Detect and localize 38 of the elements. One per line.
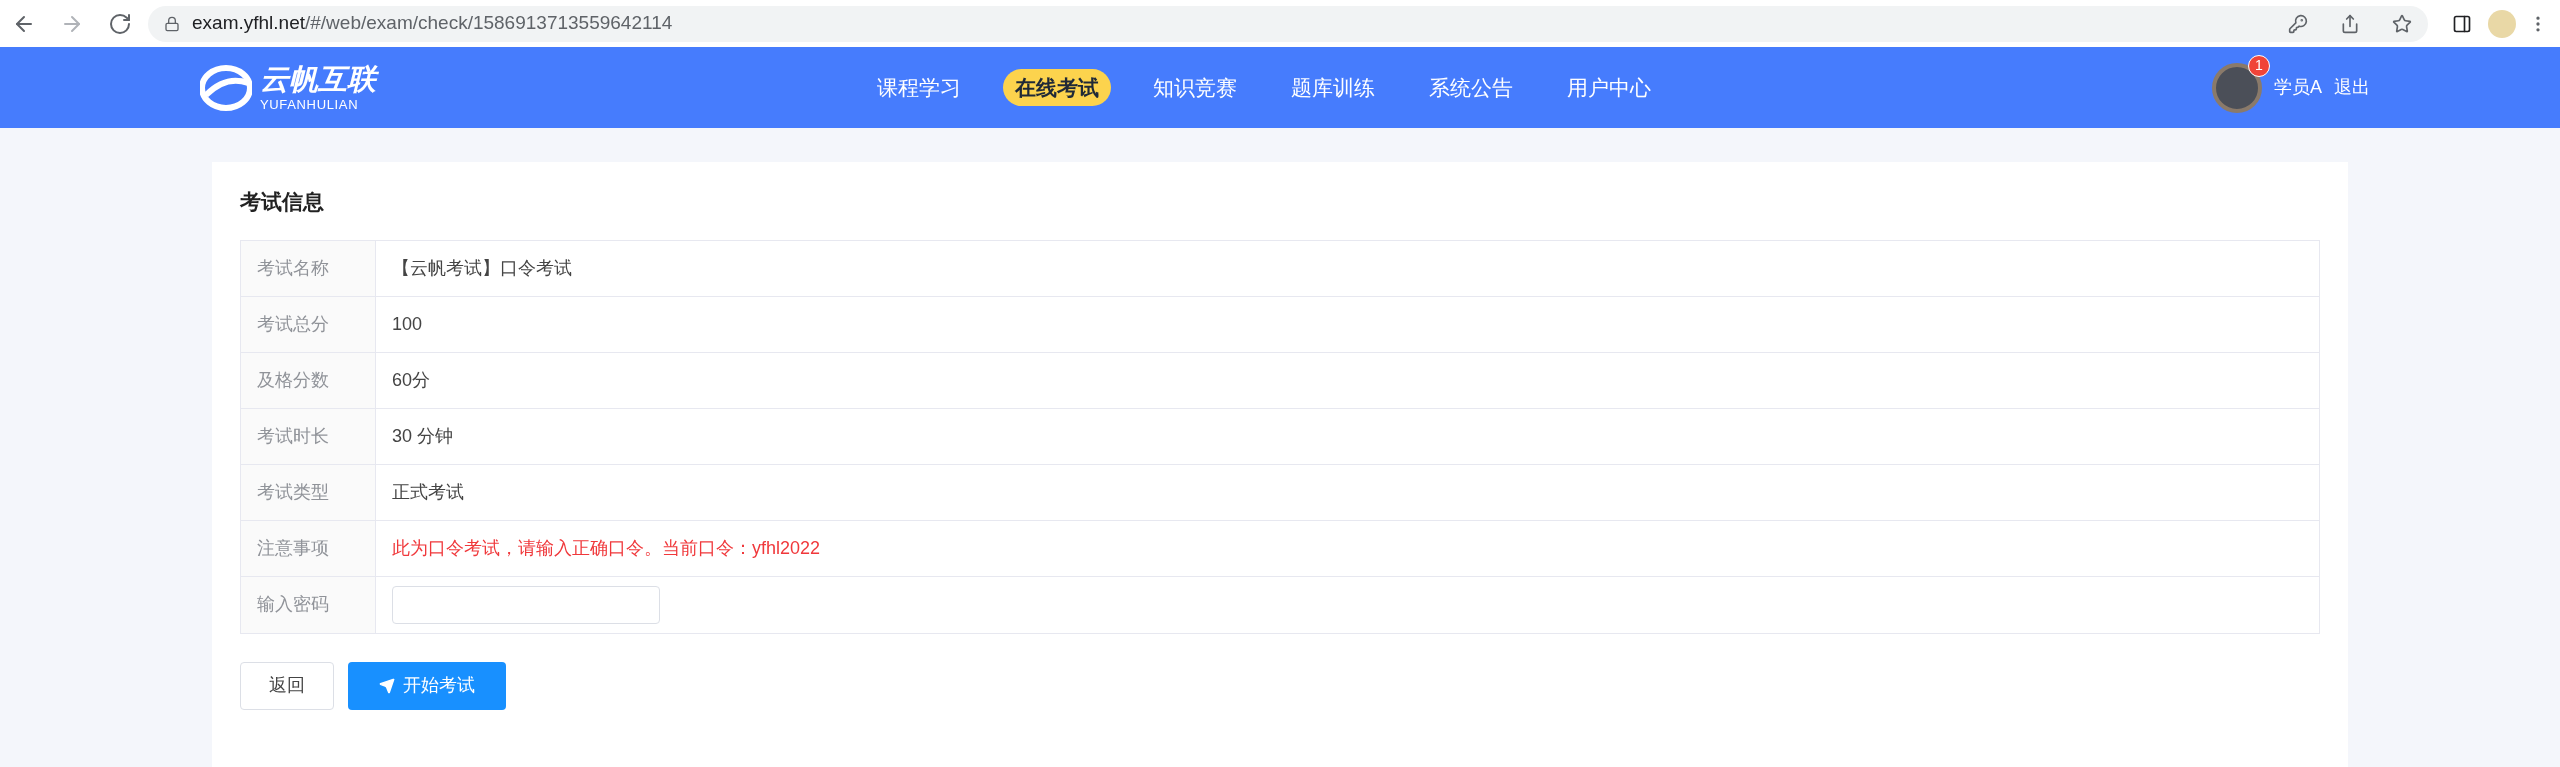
warning-text: 此为口令考试，请输入正确口令。当前口令：yfhl2022 xyxy=(392,536,821,560)
row-label: 输入密码 xyxy=(241,576,376,633)
side-panel-icon[interactable] xyxy=(2452,13,2472,34)
row-label: 考试时长 xyxy=(241,408,376,464)
row-value: 30 分钟 xyxy=(392,424,454,448)
nav-link[interactable]: 题库训练 xyxy=(1279,68,1387,107)
share-icon[interactable] xyxy=(2340,13,2360,34)
nav-link[interactable]: 知识竞赛 xyxy=(1141,68,1249,107)
row-label: 考试总分 xyxy=(241,296,376,352)
nav-link[interactable]: 课程学习 xyxy=(865,68,973,107)
back-button[interactable]: 返回 xyxy=(240,661,334,710)
row-value: 60分 xyxy=(392,368,431,392)
key-icon[interactable] xyxy=(2288,13,2308,34)
nav-link[interactable]: 系统公告 xyxy=(1417,68,1525,107)
row-label: 及格分数 xyxy=(241,352,376,408)
reload-icon[interactable] xyxy=(108,11,132,36)
logout-link[interactable]: 退出 xyxy=(2334,74,2370,101)
send-icon xyxy=(379,677,395,694)
lock-icon xyxy=(164,15,180,32)
password-field[interactable] xyxy=(392,585,660,624)
row-label: 考试类型 xyxy=(241,464,376,520)
row-label: 注意事项 xyxy=(241,520,376,576)
address-bar[interactable]: exam.yfhl.net/#/web/exam/check/1586913713559642114 xyxy=(148,5,2428,42)
notification-badge: 1 xyxy=(2248,54,2270,77)
nav-link[interactable]: 在线考试 xyxy=(1003,68,1111,107)
logo-subtitle: YUFANHULIAN xyxy=(260,97,360,111)
row-label: 考试名称 xyxy=(241,240,376,296)
url-text: exam.yfhl.net/#/web/exam/check/1586913713559642114 xyxy=(192,11,673,36)
logo-icon xyxy=(200,64,252,111)
row-value: 100 xyxy=(392,312,423,336)
username-link[interactable]: 学员A xyxy=(2274,74,2322,101)
row-value: 正式考试 xyxy=(392,480,464,504)
start-exam-button[interactable]: 开始考试 xyxy=(348,661,506,710)
bookmark-star-icon[interactable] xyxy=(2392,13,2412,34)
row-value: 【云帆考试】口令考试 xyxy=(392,256,572,280)
user-avatar[interactable] xyxy=(2212,62,2262,113)
nav-link[interactable]: 用户中心 xyxy=(1555,68,1663,107)
card-title: 考试信息 xyxy=(240,189,325,215)
